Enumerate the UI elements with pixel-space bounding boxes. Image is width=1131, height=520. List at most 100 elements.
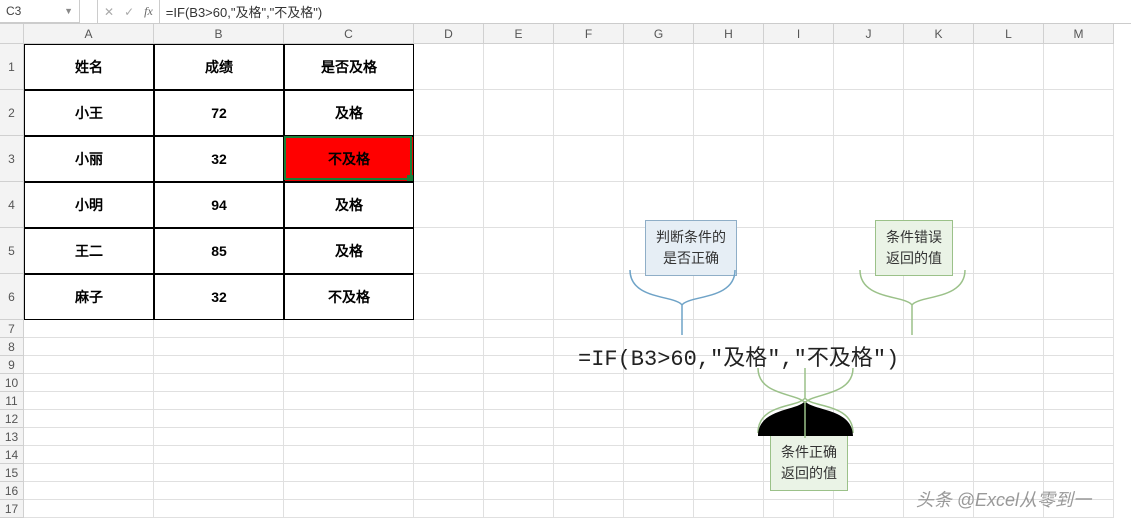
cell[interactable]: 是否及格 xyxy=(284,44,414,90)
cell[interactable] xyxy=(974,90,1044,136)
column-header[interactable]: K xyxy=(904,24,974,44)
row-header[interactable]: 9 xyxy=(0,356,24,374)
cell[interactable] xyxy=(904,356,974,374)
cell[interactable] xyxy=(694,136,764,182)
cell[interactable] xyxy=(764,274,834,320)
cell[interactable] xyxy=(554,392,624,410)
cell[interactable] xyxy=(24,320,154,338)
column-header[interactable]: C xyxy=(284,24,414,44)
cell[interactable]: 32 xyxy=(154,274,284,320)
formula-input[interactable] xyxy=(160,0,1131,23)
cell[interactable] xyxy=(764,44,834,90)
cell[interactable] xyxy=(904,90,974,136)
cell[interactable]: 72 xyxy=(154,90,284,136)
cell[interactable] xyxy=(414,374,484,392)
cell[interactable]: 及格 xyxy=(284,90,414,136)
cell[interactable] xyxy=(414,90,484,136)
cell[interactable] xyxy=(554,482,624,500)
cell[interactable] xyxy=(904,338,974,356)
cell[interactable]: 不及格 xyxy=(284,136,414,182)
cell[interactable] xyxy=(414,446,484,464)
cell[interactable] xyxy=(554,374,624,392)
cell[interactable] xyxy=(834,90,904,136)
cell[interactable] xyxy=(414,482,484,500)
cell[interactable]: 小明 xyxy=(24,182,154,228)
cell[interactable]: 85 xyxy=(154,228,284,274)
cell[interactable] xyxy=(974,136,1044,182)
cell[interactable] xyxy=(484,428,554,446)
column-header[interactable]: F xyxy=(554,24,624,44)
cell[interactable]: 32 xyxy=(154,136,284,182)
cell[interactable] xyxy=(624,446,694,464)
cell[interactable] xyxy=(1044,392,1114,410)
cell[interactable] xyxy=(904,446,974,464)
column-header[interactable]: B xyxy=(154,24,284,44)
row-header[interactable]: 6 xyxy=(0,274,24,320)
cell[interactable] xyxy=(554,90,624,136)
cell[interactable] xyxy=(24,500,154,518)
column-header[interactable]: M xyxy=(1044,24,1114,44)
cell[interactable] xyxy=(484,500,554,518)
cell[interactable] xyxy=(624,428,694,446)
cell[interactable] xyxy=(1044,374,1114,392)
cell[interactable] xyxy=(284,464,414,482)
cell[interactable] xyxy=(484,374,554,392)
cell[interactable] xyxy=(974,338,1044,356)
cell[interactable] xyxy=(974,446,1044,464)
cell[interactable]: 及格 xyxy=(284,182,414,228)
cell[interactable] xyxy=(284,446,414,464)
cell[interactable] xyxy=(764,182,834,228)
cell[interactable] xyxy=(1044,90,1114,136)
cell[interactable]: 麻子 xyxy=(24,274,154,320)
cell[interactable] xyxy=(1044,464,1114,482)
cell[interactable] xyxy=(974,464,1044,482)
cell[interactable] xyxy=(1044,182,1114,228)
cell[interactable] xyxy=(154,410,284,428)
row-header[interactable]: 12 xyxy=(0,410,24,428)
column-header[interactable]: H xyxy=(694,24,764,44)
cell[interactable] xyxy=(154,356,284,374)
cell[interactable] xyxy=(284,500,414,518)
cell[interactable] xyxy=(24,374,154,392)
cell[interactable] xyxy=(974,320,1044,338)
cell[interactable] xyxy=(904,464,974,482)
row-header[interactable]: 3 xyxy=(0,136,24,182)
cell[interactable] xyxy=(764,228,834,274)
cell[interactable] xyxy=(904,44,974,90)
cell[interactable] xyxy=(414,44,484,90)
cell[interactable] xyxy=(24,410,154,428)
cell[interactable] xyxy=(24,482,154,500)
column-header[interactable]: I xyxy=(764,24,834,44)
cell[interactable]: 94 xyxy=(154,182,284,228)
cell[interactable] xyxy=(484,320,554,338)
cell[interactable]: 及格 xyxy=(284,228,414,274)
cell[interactable] xyxy=(974,428,1044,446)
cell[interactable] xyxy=(694,464,764,482)
column-header[interactable]: A xyxy=(24,24,154,44)
cell[interactable] xyxy=(694,90,764,136)
cell[interactable]: 姓名 xyxy=(24,44,154,90)
cell[interactable] xyxy=(764,90,834,136)
cell[interactable] xyxy=(24,356,154,374)
cell[interactable] xyxy=(1044,356,1114,374)
cell[interactable] xyxy=(904,410,974,428)
cell[interactable] xyxy=(414,338,484,356)
cell[interactable] xyxy=(284,392,414,410)
row-header[interactable]: 15 xyxy=(0,464,24,482)
cell[interactable] xyxy=(1044,338,1114,356)
fx-icon[interactable]: fx xyxy=(144,4,153,19)
cell[interactable] xyxy=(284,410,414,428)
cell[interactable] xyxy=(554,136,624,182)
cell[interactable] xyxy=(414,500,484,518)
cell[interactable] xyxy=(834,44,904,90)
row-header[interactable]: 10 xyxy=(0,374,24,392)
cell[interactable] xyxy=(974,356,1044,374)
cell[interactable] xyxy=(554,410,624,428)
cell[interactable] xyxy=(484,44,554,90)
cell[interactable]: 不及格 xyxy=(284,274,414,320)
cell[interactable] xyxy=(624,136,694,182)
cell[interactable] xyxy=(284,338,414,356)
cell[interactable] xyxy=(284,374,414,392)
cell[interactable] xyxy=(1044,446,1114,464)
cell[interactable] xyxy=(764,136,834,182)
